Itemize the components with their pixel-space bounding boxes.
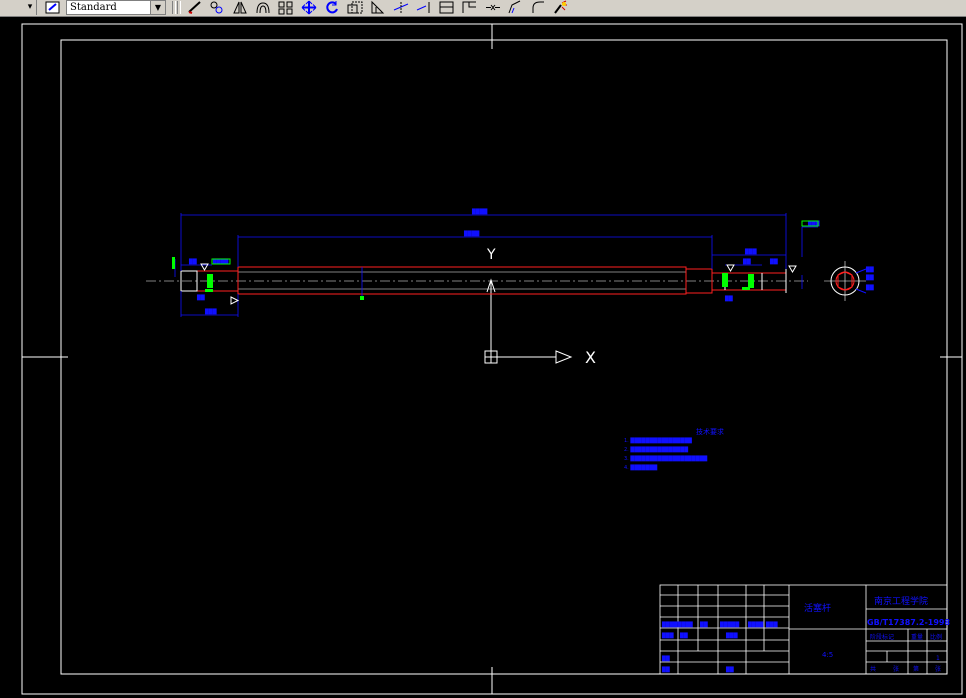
trim-icon[interactable] — [392, 0, 410, 15]
break-icon[interactable] — [461, 0, 479, 15]
drawing-canvas[interactable]: Y X ████ ████ ███ ██ ██ ███ ██ ████ ███ … — [0, 17, 966, 698]
svg-text:███: ███ — [204, 308, 217, 315]
rotate-icon[interactable] — [323, 0, 341, 15]
modify-toolbar: ▾ Standard ▼ — [0, 0, 966, 17]
array-icon[interactable] — [277, 0, 295, 15]
svg-text:██: ██ — [699, 621, 708, 628]
sheet-count-label: 张 — [893, 665, 899, 673]
svg-text:███: ███ — [661, 632, 674, 639]
sheet-value: 1 — [936, 655, 940, 662]
break-at-point-icon[interactable] — [438, 0, 456, 15]
svg-text:██: ██ — [865, 274, 874, 281]
text-style-icon[interactable] — [44, 0, 62, 15]
chevron-down-icon[interactable]: ▾ — [24, 0, 37, 15]
svg-text:███: ███ — [765, 621, 778, 628]
ucs-x-label: X — [585, 348, 596, 367]
svg-text:███: ███ — [725, 632, 738, 639]
svg-text:██: ██ — [188, 258, 197, 265]
notes-title: 技术要求 — [696, 427, 724, 436]
mirror-icon[interactable] — [231, 0, 249, 15]
sheet-col-label: 阶段标记 — [870, 633, 894, 641]
scale-value: 4:5 — [822, 651, 833, 659]
sheet-count-label: 第 — [913, 665, 919, 673]
extend-icon[interactable] — [415, 0, 433, 15]
explode-icon[interactable] — [552, 0, 570, 15]
stretch-icon[interactable] — [369, 0, 387, 15]
svg-text:██: ██ — [724, 295, 733, 302]
svg-text:██: ██ — [661, 655, 670, 662]
toolbar-separator — [177, 1, 181, 14]
svg-text:██: ██ — [679, 632, 688, 639]
chevron-down-icon[interactable]: ▼ — [150, 1, 165, 14]
notes-line: 4. ███████ — [624, 464, 657, 471]
move-icon[interactable] — [300, 0, 318, 15]
scale-icon[interactable] — [346, 0, 364, 15]
copy-icon[interactable] — [208, 0, 226, 15]
svg-text:████: ████ — [471, 208, 488, 215]
svg-text:██: ██ — [769, 258, 778, 265]
svg-text:██: ██ — [725, 666, 734, 673]
join-icon[interactable] — [484, 0, 502, 15]
sheet-col-label: 比例 — [930, 633, 942, 641]
svg-text:██: ██ — [865, 266, 874, 273]
part-name: 活塞杆 — [804, 602, 831, 614]
sheet-col-label: 重量 — [911, 633, 923, 641]
notes-line: 2. ███████████████ — [624, 446, 688, 453]
svg-text:████: ████ — [747, 621, 764, 628]
svg-text:███: ███ — [744, 248, 757, 255]
fillet-icon[interactable] — [529, 0, 547, 15]
svg-text:██: ██ — [661, 666, 670, 673]
sheet-count-label: 张 — [935, 665, 941, 673]
svg-text:████████: ████████ — [661, 621, 693, 628]
drawing-number: GB/T17387.2-1998 — [867, 618, 951, 627]
offset-icon[interactable] — [254, 0, 272, 15]
notes-line: 1. ████████████████ — [624, 437, 692, 444]
chamfer-icon[interactable] — [506, 0, 524, 15]
erase-icon[interactable] — [186, 0, 204, 15]
notes-line: 3. ████████████████████ — [624, 455, 707, 462]
svg-text:██: ██ — [196, 294, 205, 301]
svg-text:██: ██ — [742, 258, 751, 265]
svg-text:██: ██ — [865, 284, 874, 291]
text-style-select[interactable]: Standard ▼ — [66, 0, 166, 15]
svg-text:████: ████ — [463, 230, 480, 237]
toolbar-separator — [172, 1, 176, 14]
ucs-y-label: Y — [486, 247, 496, 263]
svg-text:█████: █████ — [719, 621, 739, 628]
sheet-count-label: 共 — [870, 665, 876, 673]
school-name: 南京工程学院 — [874, 595, 928, 607]
text-style-value: Standard — [70, 2, 117, 13]
